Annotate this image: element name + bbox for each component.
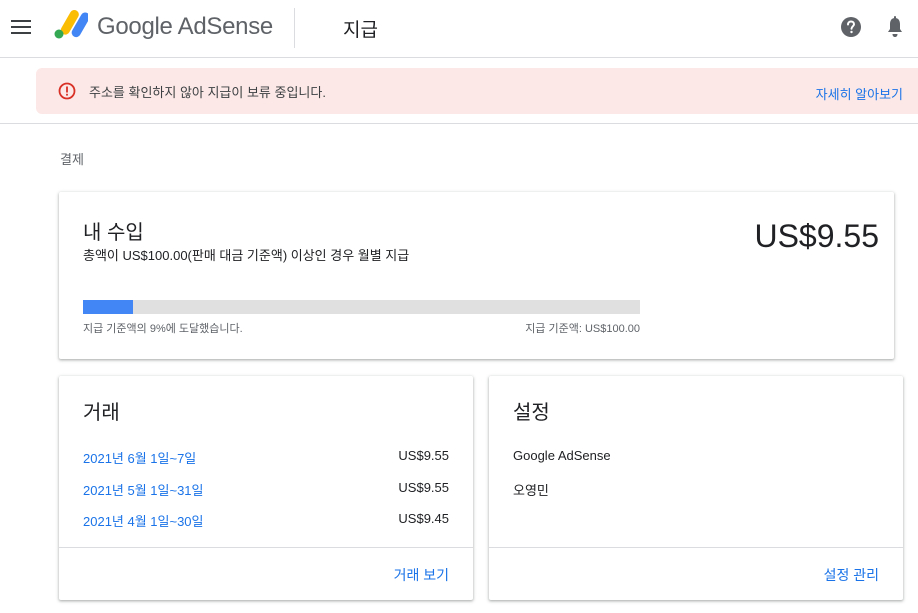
- notifications-icon[interactable]: [884, 15, 906, 39]
- learn-more-link[interactable]: 자세히 알아보기: [816, 84, 903, 103]
- top-app-bar: Google AdSense 지급: [0, 0, 918, 58]
- manage-settings-button[interactable]: 설정 관리: [824, 565, 879, 585]
- table-row: 2021년 6월 1일~7일 US$9.55: [83, 448, 449, 468]
- transactions-card: 거래 2021년 6월 1일~7일 US$9.55 2021년 5월 1일~31…: [59, 376, 473, 600]
- page-title: 지급: [343, 20, 378, 41]
- section-divider: [0, 123, 918, 124]
- transaction-date-link[interactable]: 2021년 4월 1일~30일: [83, 511, 204, 530]
- product-name: Google AdSense: [97, 13, 273, 40]
- header-divider: [294, 8, 295, 48]
- table-row: 2021년 4월 1일~30일 US$9.45: [83, 511, 449, 531]
- adsense-logo-icon: [54, 10, 88, 39]
- menu-icon[interactable]: [11, 19, 31, 35]
- earnings-amount: US$9.55: [754, 218, 879, 254]
- alert-message: 주소를 확인하지 않아 지급이 보류 중입니다.: [89, 85, 326, 100]
- settings-card: 설정 Google AdSense 오영민 설정 관리: [489, 376, 903, 600]
- alert-banner: 주소를 확인하지 않아 지급이 보류 중입니다. 자세히 알아보기: [36, 68, 918, 114]
- settings-title: 설정: [513, 402, 550, 424]
- card-divider: [489, 547, 903, 548]
- transaction-amount: US$9.55: [398, 448, 449, 463]
- settings-product: Google AdSense: [513, 448, 611, 463]
- view-transactions-button[interactable]: 거래 보기: [394, 565, 449, 585]
- breadcrumb: 결제: [60, 152, 84, 167]
- earnings-card: 내 수입 총액이 US$100.00(판매 대금 기준액) 이상인 경우 월별 …: [59, 192, 894, 359]
- table-row: 2021년 5월 1일~31일 US$9.55: [83, 480, 449, 500]
- earnings-subtitle: 총액이 US$100.00(판매 대금 기준액) 이상인 경우 월별 지급: [83, 248, 410, 263]
- earnings-title: 내 수입: [83, 222, 144, 244]
- help-icon[interactable]: [840, 16, 862, 38]
- threshold-caption: 지급 기준액: US$100.00: [525, 323, 640, 335]
- transaction-date-link[interactable]: 2021년 5월 1일~31일: [83, 480, 204, 499]
- payment-threshold-progress: [83, 300, 640, 314]
- transaction-amount: US$9.45: [398, 511, 449, 526]
- card-divider: [59, 547, 473, 548]
- error-icon: [58, 82, 76, 100]
- transaction-amount: US$9.55: [398, 480, 449, 495]
- progress-fill: [83, 300, 134, 314]
- transaction-date-link[interactable]: 2021년 6월 1일~7일: [83, 448, 196, 467]
- settings-payee-name: 오영민: [513, 483, 549, 498]
- transactions-title: 거래: [83, 402, 120, 424]
